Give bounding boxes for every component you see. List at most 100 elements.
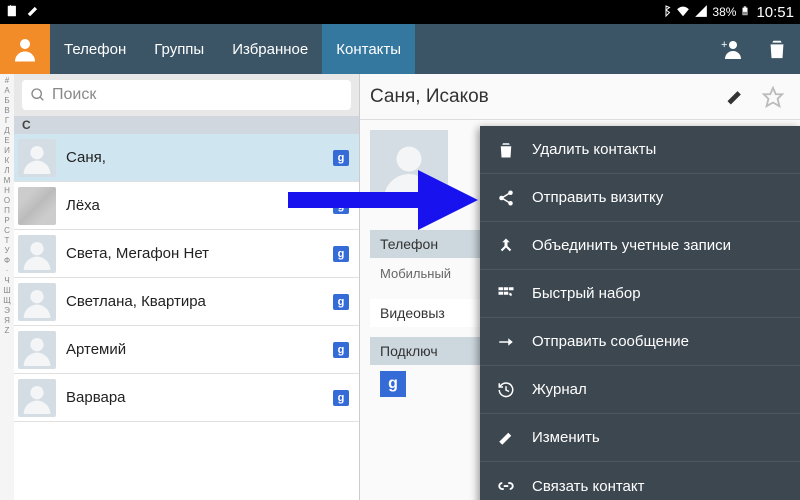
menu-item-speed[interactable]: Быстрый набор (480, 270, 800, 318)
index-letter[interactable]: У (4, 246, 9, 256)
menu-item-label: Связать контакт (532, 478, 645, 495)
index-letter[interactable]: Е (4, 136, 9, 146)
menu-item-label: Отправить сообщение (532, 333, 689, 350)
contact-row[interactable]: Варвара g (14, 374, 359, 422)
share-icon (494, 189, 518, 207)
contact-row[interactable]: Света, Мегафон Нетg (14, 230, 359, 278)
tab-contacts[interactable]: Контакты (322, 24, 415, 74)
trash-icon (494, 141, 518, 159)
delete-button[interactable] (754, 24, 800, 74)
detail-header: Саня, Исаков (360, 74, 800, 120)
index-letter[interactable]: Ф (4, 256, 10, 266)
index-letter[interactable]: И (4, 146, 10, 156)
index-letter[interactable]: · (6, 266, 9, 276)
google-badge: g (333, 198, 349, 214)
alphabet-index[interactable]: #АБВГДЕИКЛМНОПРСТУФ·ЧШЩЭЯZ (0, 74, 14, 500)
menu-item-label: Отправить визитку (532, 189, 663, 206)
context-menu: Удалить контакты Отправить визитку Объедин… (480, 126, 800, 500)
notification-icon (6, 4, 20, 21)
tab-groups[interactable]: Группы (140, 24, 218, 74)
search-bar: Поиск (14, 74, 359, 116)
index-letter[interactable]: А (4, 86, 9, 96)
index-letter[interactable]: Р (4, 216, 9, 226)
google-connection-badge[interactable]: g (380, 371, 406, 397)
menu-item-label: Быстрый набор (532, 285, 641, 302)
menu-item-label: Удалить контакты (532, 141, 656, 158)
contact-avatar (18, 235, 56, 273)
index-letter[interactable]: Д (4, 126, 9, 136)
menu-item-history[interactable]: Журнал (480, 366, 800, 414)
signal-icon (694, 4, 708, 21)
menu-item-label: Объединить учетные записи (532, 237, 731, 254)
menu-item-send[interactable]: Отправить сообщение (480, 318, 800, 366)
contact-row[interactable]: Артемийg (14, 326, 359, 374)
contact-row[interactable]: Лёха g (14, 182, 359, 230)
index-letter[interactable]: Т (5, 236, 10, 246)
index-letter[interactable]: К (5, 156, 10, 166)
contact-avatar (18, 379, 56, 417)
speed-icon (494, 285, 518, 303)
detail-avatar (370, 130, 448, 208)
index-letter[interactable]: # (5, 76, 9, 86)
contact-name: Варвара (66, 389, 126, 406)
index-letter[interactable]: С (4, 226, 10, 236)
contact-name: Артемий (66, 341, 126, 358)
contact-detail-pane: Саня, Исаков Телефон Мобильный Видеовыз … (360, 74, 800, 500)
section-letter: С (14, 116, 359, 134)
menu-item-edit[interactable]: Изменить (480, 414, 800, 462)
index-letter[interactable]: Я (4, 316, 10, 326)
favorite-star-button[interactable] (756, 80, 790, 114)
index-letter[interactable]: Н (4, 186, 10, 196)
edit-contact-button[interactable] (718, 80, 752, 114)
index-letter[interactable]: Э (4, 306, 10, 316)
index-letter[interactable]: Ч (4, 276, 9, 286)
menu-item-label: Изменить (532, 429, 600, 446)
google-badge: g (333, 390, 349, 406)
wifi-icon (676, 4, 690, 21)
contact-name: Саня, (66, 149, 106, 166)
bluetooth-icon (660, 4, 672, 21)
clock: 10:51 (756, 4, 794, 21)
history-icon (494, 381, 518, 399)
index-letter[interactable]: Ш (3, 286, 10, 296)
search-icon (30, 87, 46, 103)
search-input[interactable]: Поиск (22, 80, 351, 110)
index-letter[interactable]: О (4, 196, 10, 206)
contact-name: Светлана, Квартира (66, 293, 206, 310)
contact-list-pane: Поиск С Саня,gЛёхаgСвета, Мегафон НетgСв… (14, 74, 360, 500)
google-badge: g (333, 246, 349, 262)
contact-avatar (18, 331, 56, 369)
google-badge: g (333, 294, 349, 310)
menu-item-label: Журнал (532, 381, 587, 398)
index-letter[interactable]: П (4, 206, 10, 216)
tab-phone[interactable]: Телефон (50, 24, 140, 74)
app-icon (0, 24, 50, 74)
edit-icon (494, 429, 518, 447)
contact-name: Лёха (66, 197, 100, 214)
svg-text:+: + (721, 39, 727, 51)
contact-row[interactable]: Саня, g (14, 134, 359, 182)
send-icon (494, 333, 518, 351)
contact-avatar (18, 283, 56, 321)
google-badge: g (333, 150, 349, 166)
menu-item-merge[interactable]: Объединить учетные записи (480, 222, 800, 270)
battery-percent: 38% (712, 5, 736, 19)
index-letter[interactable]: Щ (3, 296, 11, 306)
tab-favorites[interactable]: Избранное (218, 24, 322, 74)
contact-detail-name: Саня, Исаков (370, 86, 714, 108)
index-letter[interactable]: Б (4, 96, 9, 106)
menu-item-trash[interactable]: Удалить контакты (480, 126, 800, 174)
add-contact-button[interactable]: + (708, 24, 754, 74)
index-letter[interactable]: Z (5, 326, 10, 336)
link-icon (494, 477, 518, 495)
contact-row[interactable]: Светлана, Квартира g (14, 278, 359, 326)
index-letter[interactable]: В (4, 106, 9, 116)
contact-avatar (18, 187, 56, 225)
index-letter[interactable]: Г (5, 116, 9, 126)
index-letter[interactable]: Л (4, 166, 9, 176)
index-letter[interactable]: М (4, 176, 11, 186)
menu-item-share[interactable]: Отправить визитку (480, 174, 800, 222)
menu-item-link[interactable]: Связать контакт (480, 462, 800, 500)
contact-avatar (18, 139, 56, 177)
contact-list: Саня,gЛёхаgСвета, Мегафон НетgСветлана, … (14, 134, 359, 500)
